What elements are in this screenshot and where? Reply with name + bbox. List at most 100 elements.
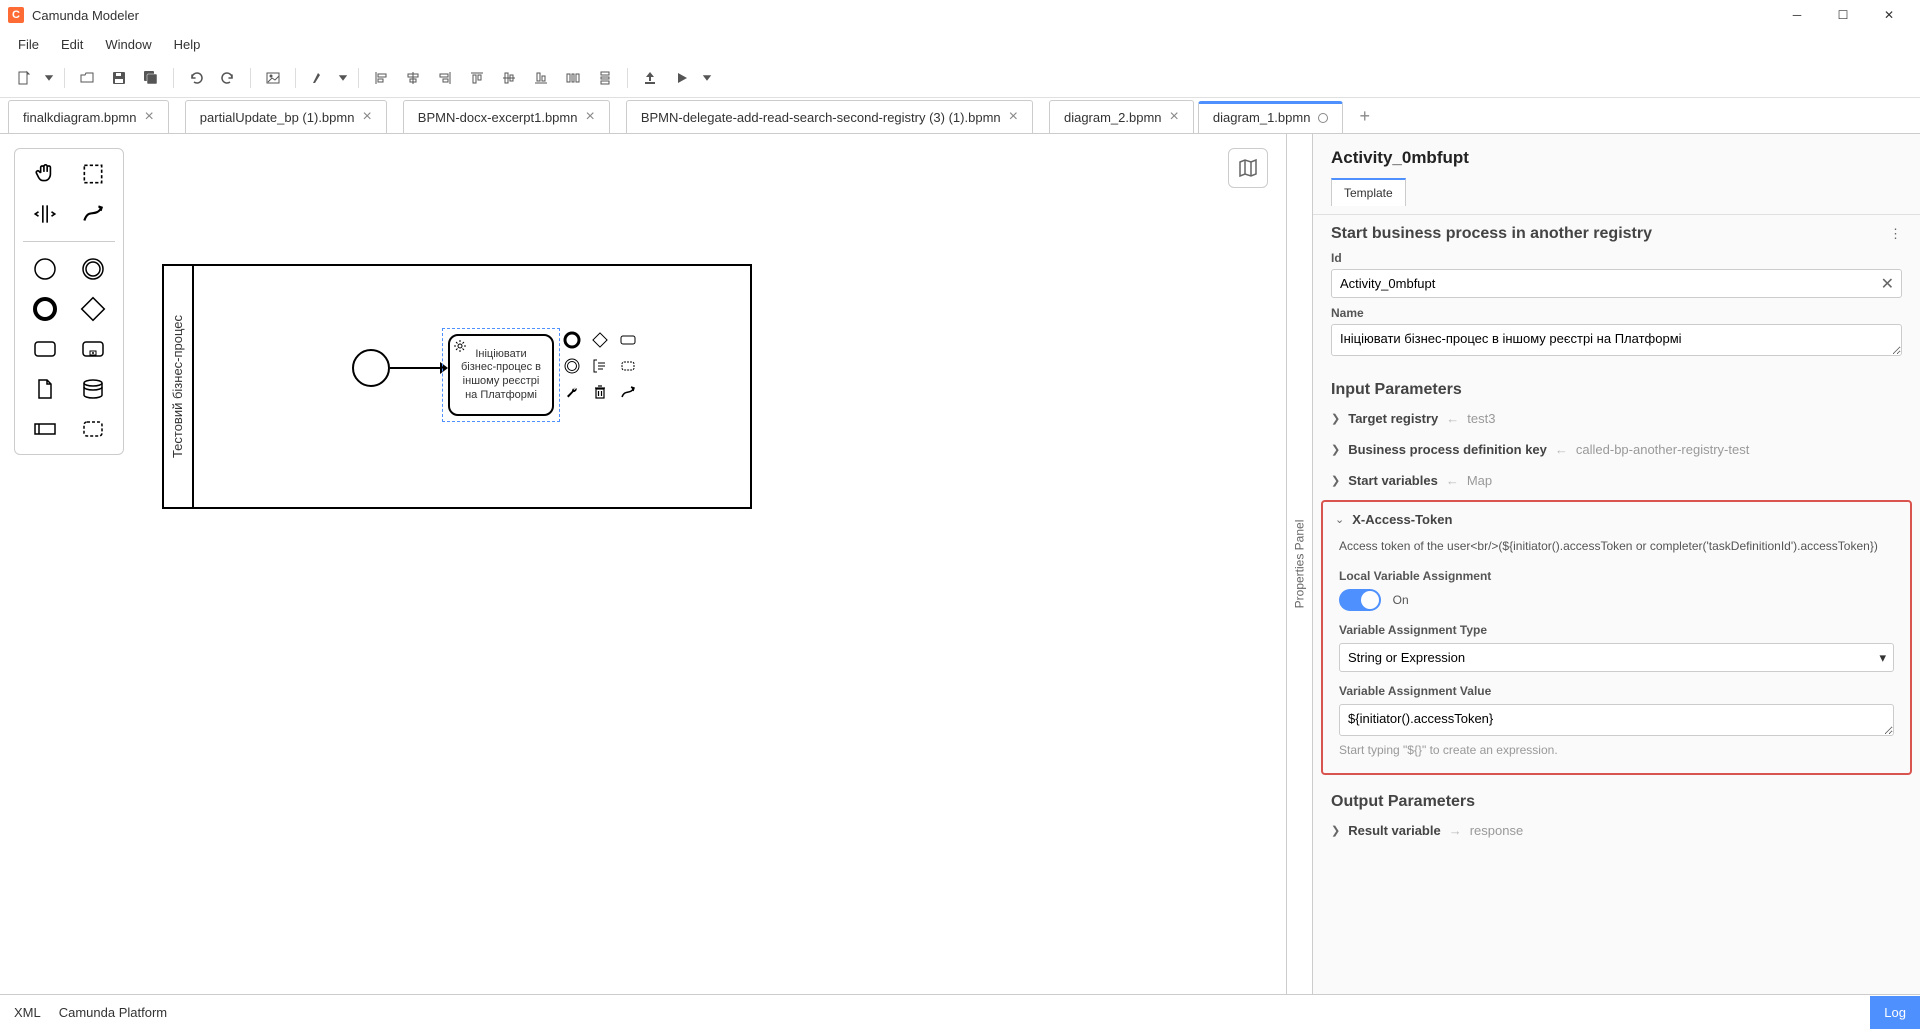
param-bp-def-key[interactable]: ❯ Business process definition key ← call… xyxy=(1313,434,1920,465)
maximize-button[interactable]: ☐ xyxy=(1820,0,1866,30)
append-task-icon[interactable] xyxy=(618,330,638,350)
status-platform[interactable]: Camunda Platform xyxy=(59,1005,167,1020)
titlebar: C Camunda Modeler ─ ☐ ✕ xyxy=(0,0,1920,30)
undo-icon[interactable] xyxy=(182,64,210,92)
connect-icon[interactable] xyxy=(618,382,638,402)
menu-edit[interactable]: Edit xyxy=(51,33,93,56)
wrench-icon[interactable] xyxy=(562,382,582,402)
color-dropdown-icon[interactable] xyxy=(336,64,350,92)
play-icon[interactable] xyxy=(668,64,696,92)
minimap-toggle[interactable] xyxy=(1228,148,1268,188)
data-store-icon[interactable] xyxy=(76,372,110,406)
append-gateway-icon[interactable] xyxy=(590,330,610,350)
tab-4[interactable]: diagram_2.bpmn× xyxy=(1049,100,1194,133)
tab-2[interactable]: BPMN-docx-excerpt1.bpmn × xyxy=(403,100,610,133)
kebab-menu-icon[interactable]: ⋮ xyxy=(1889,226,1902,242)
align-center-v-icon[interactable] xyxy=(495,64,523,92)
save-all-icon[interactable] xyxy=(137,64,165,92)
template-section-title: Start business process in another regist… xyxy=(1331,225,1652,243)
distribute-v-icon[interactable] xyxy=(591,64,619,92)
tab-1[interactable]: partialUpdate_bp (1).bpmn× xyxy=(185,100,387,133)
var-type-label: Variable Assignment Type xyxy=(1339,623,1894,637)
log-button[interactable]: Log xyxy=(1870,996,1920,1029)
tab-label: diagram_1.bpmn xyxy=(1213,110,1311,125)
intermediate-event-icon[interactable] xyxy=(76,252,110,286)
end-event-icon[interactable] xyxy=(28,292,62,326)
annotation-icon[interactable] xyxy=(590,356,610,376)
data-object-icon[interactable] xyxy=(28,372,62,406)
chevron-right-icon: ❯ xyxy=(1331,824,1340,837)
menu-window[interactable]: Window xyxy=(95,33,161,56)
tab-0[interactable]: finalkdiagram.bpmn× xyxy=(8,100,169,133)
new-dropdown-icon[interactable] xyxy=(42,64,56,92)
bpmn-sequence-flow[interactable] xyxy=(390,367,444,369)
align-right-icon[interactable] xyxy=(431,64,459,92)
tab-3[interactable]: BPMN-delegate-add-read-search-second-reg… xyxy=(626,100,1033,133)
param-start-vars[interactable]: ❯ Start variables ← Map xyxy=(1313,465,1920,496)
hand-tool-icon[interactable] xyxy=(28,157,62,191)
task-label: Ініціювати бізнес-процес в іншому реєстр… xyxy=(458,348,544,403)
delete-icon[interactable] xyxy=(590,382,610,402)
group-icon[interactable] xyxy=(76,412,110,446)
toolbar xyxy=(0,58,1920,98)
color-icon[interactable] xyxy=(304,64,332,92)
output-params-title: Output Parameters xyxy=(1331,793,1902,811)
distribute-h-icon[interactable] xyxy=(559,64,587,92)
local-var-toggle[interactable] xyxy=(1339,589,1381,611)
lasso-tool-icon[interactable] xyxy=(76,157,110,191)
element-title: Activity_0mbfupt xyxy=(1331,148,1902,168)
align-bottom-icon[interactable] xyxy=(527,64,555,92)
pool-icon[interactable] xyxy=(28,412,62,446)
redo-icon[interactable] xyxy=(214,64,242,92)
properties-panel-tab[interactable]: Properties Panel xyxy=(1287,134,1313,994)
param-x-access-token[interactable]: ⌄ X-Access-Token xyxy=(1323,504,1910,535)
var-value-input[interactable]: ${initiator().accessToken} xyxy=(1339,704,1894,736)
append-end-event-icon[interactable] xyxy=(562,330,582,350)
subprocess-icon[interactable] xyxy=(76,332,110,366)
status-xml[interactable]: XML xyxy=(14,1005,41,1020)
play-dropdown-icon[interactable] xyxy=(700,64,714,92)
start-event-icon[interactable] xyxy=(28,252,62,286)
param-result-variable[interactable]: ❯ Result variable → response xyxy=(1313,815,1920,846)
menu-file[interactable]: File xyxy=(8,33,49,56)
name-label: Name xyxy=(1331,306,1902,320)
minimize-button[interactable]: ─ xyxy=(1774,0,1820,30)
add-tab-button[interactable]: + xyxy=(1347,100,1382,133)
append-intermediate-icon[interactable] xyxy=(562,356,582,376)
align-top-icon[interactable] xyxy=(463,64,491,92)
change-type-icon[interactable] xyxy=(618,356,638,376)
close-button[interactable]: ✕ xyxy=(1866,0,1912,30)
dirty-indicator-icon xyxy=(1318,113,1328,123)
properties-panel: Properties Panel Activity_0mbfupt Templa… xyxy=(1286,134,1920,994)
align-left-icon[interactable] xyxy=(367,64,395,92)
statusbar: XML Camunda Platform Log xyxy=(0,994,1920,1030)
bpmn-pool[interactable]: Тестовий бізнес-процес Ініціювати бізнес… xyxy=(162,264,752,509)
align-center-h-icon[interactable] xyxy=(399,64,427,92)
deploy-icon[interactable] xyxy=(636,64,664,92)
canvas[interactable]: Тестовий бізнес-процес Ініціювати бізнес… xyxy=(0,134,1286,994)
open-icon[interactable] xyxy=(73,64,101,92)
close-icon[interactable]: × xyxy=(362,109,371,125)
close-icon[interactable]: × xyxy=(585,109,594,125)
close-icon[interactable]: × xyxy=(144,109,153,125)
space-tool-icon[interactable] xyxy=(28,197,62,231)
menu-help[interactable]: Help xyxy=(164,33,211,56)
connect-tool-icon[interactable] xyxy=(76,197,110,231)
tab-label: BPMN-docx-excerpt1.bpmn xyxy=(418,110,578,125)
var-type-select[interactable] xyxy=(1339,643,1894,672)
gateway-icon[interactable] xyxy=(76,292,110,326)
flow-arrow-icon xyxy=(440,362,448,374)
new-file-icon[interactable] xyxy=(10,64,38,92)
image-icon[interactable] xyxy=(259,64,287,92)
bpmn-start-event[interactable] xyxy=(352,349,390,387)
param-target-registry[interactable]: ❯ Target registry ← test3 xyxy=(1313,403,1920,434)
tab-template[interactable]: Template xyxy=(1331,178,1406,206)
close-icon[interactable]: × xyxy=(1009,109,1018,125)
close-icon[interactable]: × xyxy=(1170,109,1179,125)
save-icon[interactable] xyxy=(105,64,133,92)
tab-5[interactable]: diagram_1.bpmn xyxy=(1198,101,1344,133)
id-input[interactable] xyxy=(1331,269,1902,298)
clear-icon[interactable]: ✕ xyxy=(1881,274,1894,294)
name-input[interactable]: Ініціювати бізнес-процес в іншому реєстр… xyxy=(1331,324,1902,356)
task-icon[interactable] xyxy=(28,332,62,366)
